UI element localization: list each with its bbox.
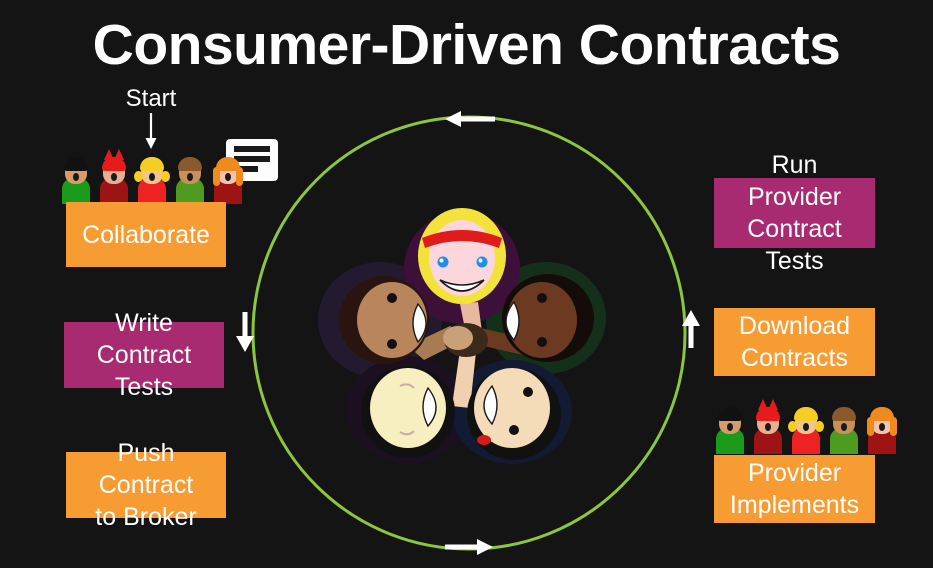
team-hands-together-illustration	[318, 208, 606, 464]
person-hair	[102, 149, 126, 171]
person-figure	[864, 398, 900, 454]
step-label: Push Contract to Broker	[95, 439, 197, 531]
person-pigtail	[815, 421, 824, 432]
person-mouth	[727, 423, 733, 431]
step-box-run-provider-contract-tests[interactable]: Run Provider Contract Tests	[714, 151, 875, 275]
person-bottom-right	[467, 368, 561, 460]
person-bottom-left	[361, 366, 455, 458]
person-sidehair	[236, 167, 243, 186]
person-figure	[134, 148, 170, 204]
person-top	[418, 208, 506, 304]
people-group-collaborate	[58, 148, 246, 204]
step-label: Collaborate	[82, 220, 210, 249]
person-mouth	[765, 423, 771, 431]
step-box-write-contract-tests[interactable]: Write Contract Tests	[64, 309, 224, 401]
person-mouth	[111, 173, 117, 181]
person-figure	[712, 398, 748, 454]
person-hair	[140, 157, 164, 171]
people-group-provider	[712, 398, 900, 454]
step-box-provider-implements[interactable]: Provider Implements	[714, 455, 875, 523]
person-sidehair	[867, 417, 874, 436]
step-label: Write Contract Tests	[96, 309, 192, 401]
person-mouth	[187, 173, 193, 181]
hand-stack	[443, 326, 473, 350]
step-box-collaborate[interactable]: Collaborate	[66, 202, 226, 267]
step-label: Download Contracts	[738, 312, 851, 372]
person-mouth	[225, 173, 231, 181]
person-hair	[832, 407, 856, 421]
person-mouth	[841, 423, 847, 431]
person-sidehair	[213, 167, 220, 186]
person-sidehair	[890, 417, 897, 436]
person-mouth	[73, 173, 79, 181]
person-left	[339, 276, 429, 364]
step-label: Provider Implements	[729, 459, 860, 519]
flow-arrow-bottom-right-icon	[445, 539, 493, 555]
person-figure	[96, 148, 132, 204]
person-hair	[756, 399, 780, 421]
person-mouth	[803, 423, 809, 431]
person-hair	[178, 157, 202, 171]
person-mouth	[879, 423, 885, 431]
person-pigtail	[161, 171, 170, 182]
step-box-push-contract-to-broker[interactable]: Push Contract to Broker	[66, 439, 226, 531]
person-pigtail	[134, 171, 143, 182]
person-hair	[718, 407, 742, 421]
person-figure	[58, 148, 94, 204]
person-figure	[826, 398, 862, 454]
person-mouth	[149, 173, 155, 181]
flow-arrow-top-left-icon	[445, 111, 495, 127]
person-right	[502, 274, 594, 362]
person-hair	[64, 157, 88, 171]
person-hair	[794, 407, 818, 421]
person-figure	[788, 398, 824, 454]
flow-arrow-left-down-icon	[236, 312, 254, 352]
infographic-canvas: Consumer-Driven Contracts Start Collabor…	[0, 0, 933, 568]
person-figure	[172, 148, 208, 204]
person-pigtail	[788, 421, 797, 432]
person-figure	[750, 398, 786, 454]
step-label: Run Provider Contract Tests	[747, 151, 842, 275]
person-figure	[210, 148, 246, 204]
step-box-download-contracts[interactable]: Download Contracts	[714, 308, 875, 376]
